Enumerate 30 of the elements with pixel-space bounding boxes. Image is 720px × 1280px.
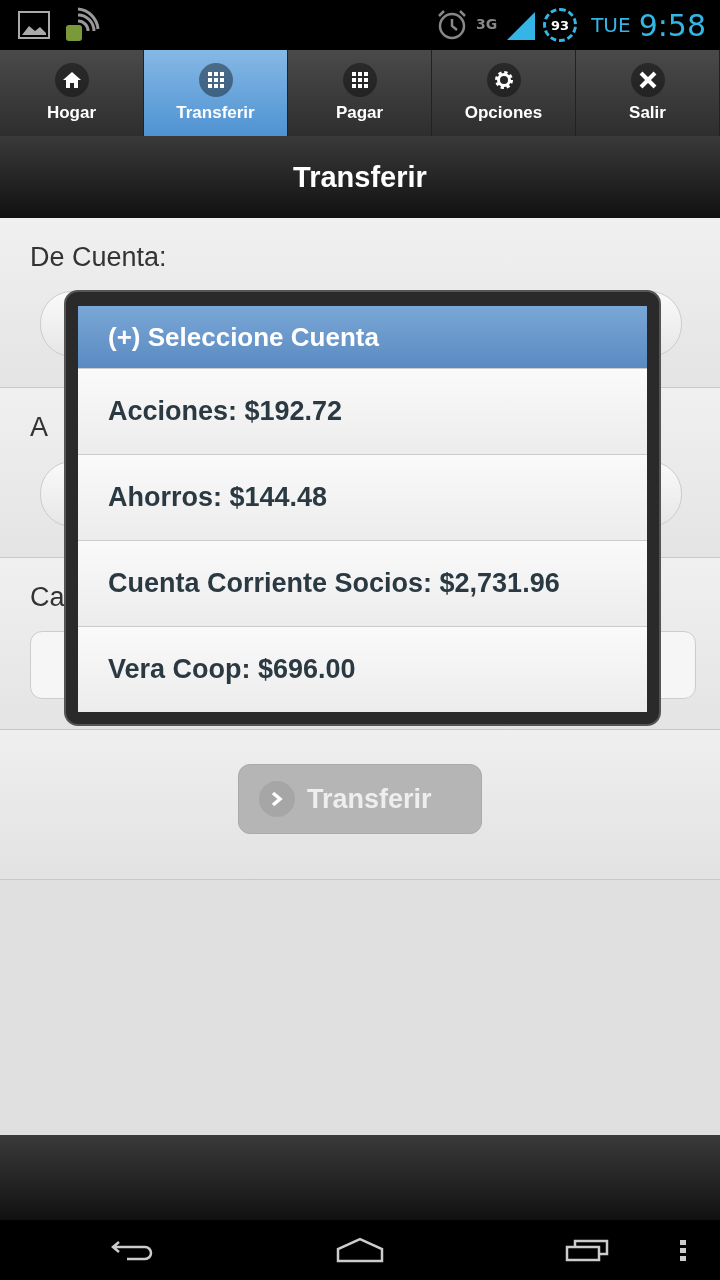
signal-icon (505, 10, 536, 40)
nav-tab[interactable]: Pagar (288, 50, 432, 136)
home-icon (61, 70, 82, 90)
grid-icon (350, 71, 369, 89)
chevron-icon (270, 791, 284, 807)
settings-icon (492, 69, 515, 91)
account-option[interactable]: Cuenta Corriente Socios: $2,731.96 (78, 540, 647, 626)
nav-tab[interactable]: Opciones (432, 50, 576, 136)
nav-tab[interactable]: Salir (576, 50, 720, 136)
account-option[interactable]: Vera Coop: $696.00 (78, 626, 647, 712)
account-option[interactable]: Ahorros: $144.48 (78, 454, 647, 540)
field-label: Ca (30, 582, 65, 613)
home-icon[interactable] (336, 1237, 384, 1263)
field-label: De Cuenta: (30, 242, 167, 273)
cast-icon (64, 7, 100, 43)
back-icon[interactable] (110, 1238, 155, 1262)
account-option[interactable]: Acciones: $192.72 (78, 368, 647, 454)
field-label: A (30, 412, 48, 443)
status-time: 9:58 (638, 7, 706, 43)
network-type: 3G (475, 15, 498, 32)
status-day: TUE (591, 13, 631, 37)
popup-title: (+) Seleccione Cuenta (78, 306, 647, 368)
page-title: Transferir (293, 160, 427, 194)
more-icon[interactable] (680, 1240, 686, 1262)
close-icon (637, 70, 658, 90)
grid-icon (206, 71, 225, 89)
battery-indicator: 93 (543, 8, 578, 42)
picture-icon (18, 11, 50, 39)
nav-tab[interactable]: Hogar (0, 50, 144, 136)
recent-apps-icon[interactable] (565, 1238, 610, 1262)
